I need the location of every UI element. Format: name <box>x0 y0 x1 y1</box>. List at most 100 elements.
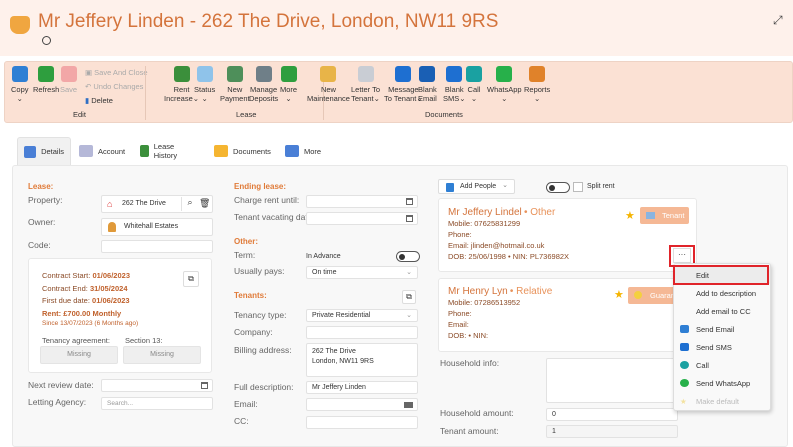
button-label: Copy <box>11 85 29 94</box>
code-label: Code: <box>28 240 51 250</box>
more-button[interactable]: More ⌄ <box>280 66 297 103</box>
tab-label: Details <box>41 147 64 156</box>
tab-more[interactable]: More <box>279 137 327 165</box>
next-review-input[interactable] <box>101 379 213 392</box>
button-label: Status <box>194 85 216 94</box>
tab-account[interactable]: Account <box>73 137 131 165</box>
calendar-icon[interactable] <box>201 382 208 389</box>
code-input[interactable] <box>101 240 213 253</box>
charge-rent-input[interactable] <box>306 195 418 208</box>
email-input[interactable] <box>306 398 418 411</box>
household-amount-label: Household amount: <box>440 408 514 418</box>
delete-icon[interactable]: 🗑 <box>199 198 210 209</box>
menu-label: Add email to CC <box>696 307 751 316</box>
tab-lease-history[interactable]: Lease History <box>134 137 188 165</box>
save-and-close-label: Save And Close <box>94 68 148 77</box>
call-button[interactable]: Call ⌄ <box>466 66 482 103</box>
company-label: Company: <box>234 327 273 337</box>
menu-item-send-whatsapp[interactable]: Send WhatsApp <box>674 375 770 392</box>
tenancy-type-select[interactable]: Private Residential ⌄ <box>306 309 418 322</box>
button-sublabel: ⌄ <box>501 94 508 103</box>
blank-email-button[interactable]: Blank Email <box>418 66 437 103</box>
household-info-input[interactable] <box>546 358 678 403</box>
next-review-label: Next review date: <box>28 380 94 390</box>
button-sublabel: Deposits <box>249 94 279 103</box>
expand-icon[interactable]: ⤢ <box>773 13 783 28</box>
menu-label: Add to description <box>696 289 757 298</box>
button-label: Refresh <box>33 85 60 94</box>
usually-pays-select[interactable]: On time ⌄ <box>306 266 418 279</box>
rent-label: Rent: <box>42 309 62 318</box>
menu-label: Send Email <box>696 325 735 334</box>
blank-sms-icon <box>446 66 463 82</box>
owner-field[interactable]: Whitehall Estates <box>101 218 213 236</box>
whatsapp-button[interactable]: WhatsApp ⌄ <box>487 66 522 103</box>
phone-icon <box>680 361 689 369</box>
edit-contract-button[interactable]: ⧉ <box>183 271 199 287</box>
menu-item-call[interactable]: Call <box>674 357 770 374</box>
new-maintenance-button[interactable]: New Maintenance <box>307 66 350 103</box>
section13-button[interactable]: Missing <box>123 346 201 364</box>
manage-deposits-button[interactable]: Manage Deposits <box>249 66 278 103</box>
billing-address-input[interactable]: 262 The Drive London, NW11 9RS <box>306 343 418 377</box>
tenant-amount-input[interactable]: 1 <box>546 425 678 438</box>
ending-lease-title: Ending lease: <box>234 182 287 191</box>
rent-since: Since 13/07/2023 (6 Months ago) <box>42 320 139 327</box>
term-toggle[interactable] <box>396 251 420 262</box>
button-label: Manage <box>250 85 278 94</box>
button-label: Message <box>388 85 419 94</box>
menu-item-send-email[interactable]: Send Email <box>674 321 770 338</box>
chevron-down-icon: ⌄ <box>502 182 508 189</box>
button-sublabel: ⌄ <box>285 94 292 103</box>
blank-sms-button[interactable]: Blank SMS⌄ <box>443 66 466 103</box>
copy-icon[interactable]: ⧉ <box>402 290 416 304</box>
search-icon[interactable]: ⌕ <box>181 197 198 211</box>
calendar-icon[interactable] <box>406 198 413 205</box>
tab-documents[interactable]: Documents <box>208 137 277 165</box>
split-rent-checkbox[interactable] <box>573 182 583 192</box>
rent-value: £700.00 <box>63 309 91 318</box>
letting-agency-search[interactable]: Search... <box>101 397 213 410</box>
full-description-input[interactable]: Mr Jeffery Linden <box>306 381 418 394</box>
button-sublabel: ⌄ <box>16 94 23 103</box>
message-to-tenant-button[interactable]: Message To Tenant⌄ <box>384 66 423 103</box>
menu-item-add-to-description[interactable]: Add to description <box>674 285 770 302</box>
default-star-icon[interactable]: ★ <box>625 209 635 222</box>
save-and-close-button[interactable]: ▣ Save And Close <box>85 68 148 77</box>
vacating-date-input[interactable] <box>306 212 418 225</box>
group-separator <box>145 66 146 120</box>
tab-label: Account <box>98 146 126 156</box>
contract-end: Contract End: 31/05/2024 <box>42 283 128 294</box>
group-label-lease: Lease <box>236 110 257 119</box>
household-amount-input[interactable]: 0 <box>546 408 678 421</box>
property-field[interactable]: ⌂ 262 The Drive ⌕ 🗑 <box>101 195 213 213</box>
menu-item-send-sms[interactable]: Send SMS <box>674 339 770 356</box>
history-icon[interactable] <box>42 36 51 45</box>
add-person-icon <box>446 183 454 192</box>
copy-button[interactable]: Copy ⌄ <box>11 66 29 103</box>
refresh-button[interactable]: Refresh <box>33 66 59 94</box>
delete-button[interactable]: ▮ Delete <box>85 96 113 105</box>
property-value: 262 The Drive <box>122 200 166 207</box>
cc-input[interactable] <box>306 416 418 429</box>
status-button[interactable]: Status ⌄ <box>194 66 215 103</box>
undo-changes-button[interactable]: ↶ Undo Changes <box>85 82 143 91</box>
add-people-button[interactable]: Add People ⌄ <box>438 179 515 194</box>
contract-end-label: Contract End: <box>42 284 88 293</box>
envelope-icon[interactable] <box>404 402 413 408</box>
button-label: New <box>227 85 243 94</box>
split-rent-toggle[interactable] <box>546 182 570 193</box>
billing-line2: London, NW11 9RS <box>312 358 374 365</box>
default-star-icon[interactable]: ★ <box>614 288 624 301</box>
menu-item-add-email-to-cc[interactable]: Add email to CC <box>674 303 770 320</box>
new-payment-button[interactable]: New Payment <box>220 66 250 103</box>
save-button: Save <box>60 66 77 94</box>
tab-details[interactable]: Details <box>17 137 71 165</box>
tenancy-agreement-button[interactable]: Missing <box>40 346 118 364</box>
company-input[interactable] <box>306 326 418 339</box>
person-dob-nin: DOB: • NIN: <box>448 331 489 340</box>
calendar-icon[interactable] <box>406 215 413 222</box>
letter-to-tenant-button[interactable]: Letter To Tenant⌄ <box>351 66 380 103</box>
reports-button[interactable]: Reports ⌄ <box>524 66 550 103</box>
household-info-label: Household info: <box>440 358 500 368</box>
